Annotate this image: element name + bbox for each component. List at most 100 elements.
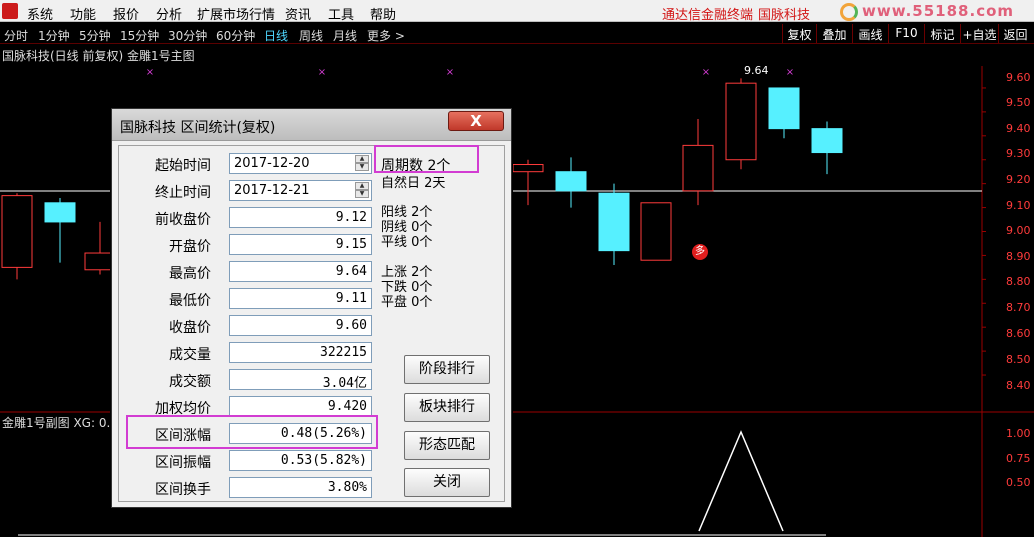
- signal-marker-icon: ×: [786, 67, 794, 78]
- period-tab[interactable]: 30分钟: [168, 27, 207, 44]
- period-count-highlight: [374, 145, 479, 173]
- sub-indicator-line: [698, 430, 784, 532]
- price-tick-label: 8.40: [1006, 379, 1031, 392]
- field-value: 9.11: [229, 288, 372, 309]
- stage-rank-button[interactable]: 阶段排行: [404, 355, 490, 384]
- candle-down: [768, 87, 800, 130]
- buy-signal-badge: 多: [692, 244, 708, 260]
- candle-up: [640, 202, 672, 261]
- period-toolbar: 分时 1分钟 5分钟 15分钟 30分钟 60分钟 日线 周线 月线 更多 > …: [0, 23, 1034, 44]
- field-value-text: 9.12: [335, 210, 367, 225]
- spin-down-icon[interactable]: ▼: [355, 190, 369, 198]
- menu-tools[interactable]: 工具: [328, 4, 354, 23]
- field-label: 最高价: [169, 266, 211, 282]
- menu-function[interactable]: 功能: [70, 4, 96, 23]
- period-tab[interactable]: 5分钟: [79, 27, 111, 44]
- field-value-text: 9.60: [335, 318, 367, 333]
- field-label: 起始时间: [155, 158, 211, 174]
- menu-help[interactable]: 帮助: [370, 4, 396, 23]
- stat-unchanged-count: 平盘 0个: [381, 295, 433, 310]
- price-tick-label: 8.90: [1006, 250, 1031, 263]
- price-tick-label: 9.40: [1006, 122, 1031, 135]
- field-value-text: 3.80%: [327, 480, 367, 495]
- candle-down: [44, 202, 76, 223]
- field-value: 9.64: [229, 261, 372, 282]
- field-label: 区间换手: [155, 482, 211, 498]
- sub-indicator-series: [698, 430, 784, 532]
- period-tab[interactable]: 分时: [4, 27, 28, 44]
- menu-bar: 系统 功能 报价 分析 扩展市场行情 资讯 工具 帮助 通达信金融终端 国脉科技…: [0, 0, 1034, 23]
- stat-flat-candles: 平线 0个: [381, 235, 433, 250]
- signal-marker-icon: ×: [446, 67, 454, 78]
- period-tab-more[interactable]: 更多 >: [367, 27, 405, 44]
- field-label: 终止时间: [155, 185, 211, 201]
- toolbar-adjust-button[interactable]: 复权: [782, 24, 816, 43]
- candle-up: [512, 164, 544, 173]
- signal-marker-icon: ×: [318, 67, 326, 78]
- dialog-close-icon[interactable]: X: [448, 111, 504, 131]
- price-tick-label: 9.30: [1006, 147, 1031, 160]
- toolbar-draw-button[interactable]: 画线: [852, 24, 888, 43]
- sub-tick-label: 1.00: [1006, 427, 1031, 440]
- menu-extended-market[interactable]: 扩展市场行情: [197, 4, 275, 23]
- dialog-titlebar[interactable]: 国脉科技 区间统计(复权) X: [112, 109, 511, 141]
- date-input[interactable]: 2017-12-21 ▲ ▼: [229, 180, 372, 201]
- candle-down: [811, 128, 843, 154]
- sub-tick-label: 0.50: [1006, 476, 1031, 489]
- menu-system[interactable]: 系统: [27, 4, 53, 23]
- date-input[interactable]: 2017-12-20 ▲ ▼: [229, 153, 372, 174]
- price-tick-label: 9.60: [1006, 71, 1031, 84]
- menu-analysis[interactable]: 分析: [156, 4, 182, 23]
- app-logo-icon: [2, 3, 18, 19]
- price-tick-label: 8.60: [1006, 327, 1031, 340]
- signal-marker-icon: ×: [702, 67, 710, 78]
- candle-up: [682, 144, 714, 192]
- period-tab[interactable]: 1分钟: [38, 27, 70, 44]
- stat-natural-days: 自然日 2天: [381, 176, 446, 191]
- menu-info[interactable]: 资讯: [285, 4, 311, 23]
- dialog-title: 国脉科技 区间统计(复权): [120, 120, 276, 136]
- field-value: 9.60: [229, 315, 372, 336]
- close-button[interactable]: 关闭: [404, 468, 490, 497]
- field-value: 9.420: [229, 396, 372, 417]
- period-tab[interactable]: 月线: [333, 27, 357, 44]
- period-tab[interactable]: 15分钟: [120, 27, 159, 44]
- toolbar-add-watchlist-button[interactable]: +自选: [960, 24, 998, 43]
- field-label: 收盘价: [169, 320, 211, 336]
- field-value-text: 9.11: [335, 291, 367, 306]
- field-value-text: 9.64: [335, 264, 367, 279]
- toolbar-back-button[interactable]: 返回: [998, 24, 1032, 43]
- period-tab-daily[interactable]: 日线: [264, 27, 288, 44]
- pattern-match-button[interactable]: 形态匹配: [404, 431, 490, 460]
- field-label: 成交量: [169, 347, 211, 363]
- price-tick-label: 9.10: [1006, 199, 1031, 212]
- terminal-brand: 通达信金融终端: [662, 8, 754, 23]
- toolbar-overlay-button[interactable]: 叠加: [816, 24, 852, 43]
- field-value: 9.15: [229, 234, 372, 255]
- range-change-highlight: [126, 415, 378, 449]
- current-stock-name: 国脉科技: [758, 8, 811, 23]
- sector-rank-button[interactable]: 板块排行: [404, 393, 490, 422]
- candle-up: [725, 82, 757, 161]
- field-value-text: 2017-12-21: [234, 183, 310, 198]
- period-tab[interactable]: 周线: [299, 27, 323, 44]
- period-tab[interactable]: 60分钟: [216, 27, 255, 44]
- toolbar-mark-button[interactable]: 标记: [924, 24, 960, 43]
- date-spinner[interactable]: ▲ ▼: [355, 182, 369, 199]
- price-tick-label: 8.70: [1006, 301, 1031, 314]
- candle-down: [598, 192, 630, 252]
- field-label: 前收盘价: [155, 212, 211, 228]
- toolbar-f10-button[interactable]: F10: [888, 24, 924, 43]
- field-label: 区间振幅: [155, 455, 211, 471]
- site-logo-icon: [840, 3, 858, 21]
- date-spinner[interactable]: ▲ ▼: [355, 155, 369, 172]
- field-value-text: 2017-12-20: [234, 156, 310, 171]
- price-tick-label: 9.00: [1006, 224, 1031, 237]
- spin-up-icon[interactable]: ▲: [355, 182, 369, 190]
- field-value: 322215: [229, 342, 372, 363]
- field-value: 0.53(5.82%): [229, 450, 372, 471]
- spin-down-icon[interactable]: ▼: [355, 163, 369, 171]
- spin-up-icon[interactable]: ▲: [355, 155, 369, 163]
- menu-quote[interactable]: 报价: [113, 4, 139, 23]
- price-tick-label: 8.50: [1006, 353, 1031, 366]
